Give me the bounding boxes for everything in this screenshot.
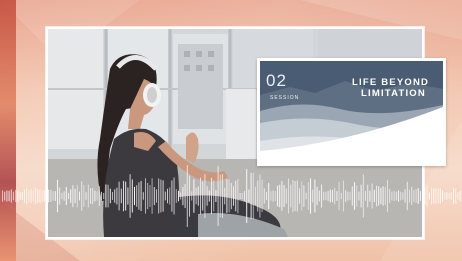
session-label: SESSION (270, 95, 300, 101)
session-title-line1: LIFE BEYOND (352, 77, 430, 88)
session-number: 02 (266, 71, 287, 90)
left-color-strip (0, 0, 16, 261)
session-title-line2: LIMITATION (361, 88, 426, 99)
